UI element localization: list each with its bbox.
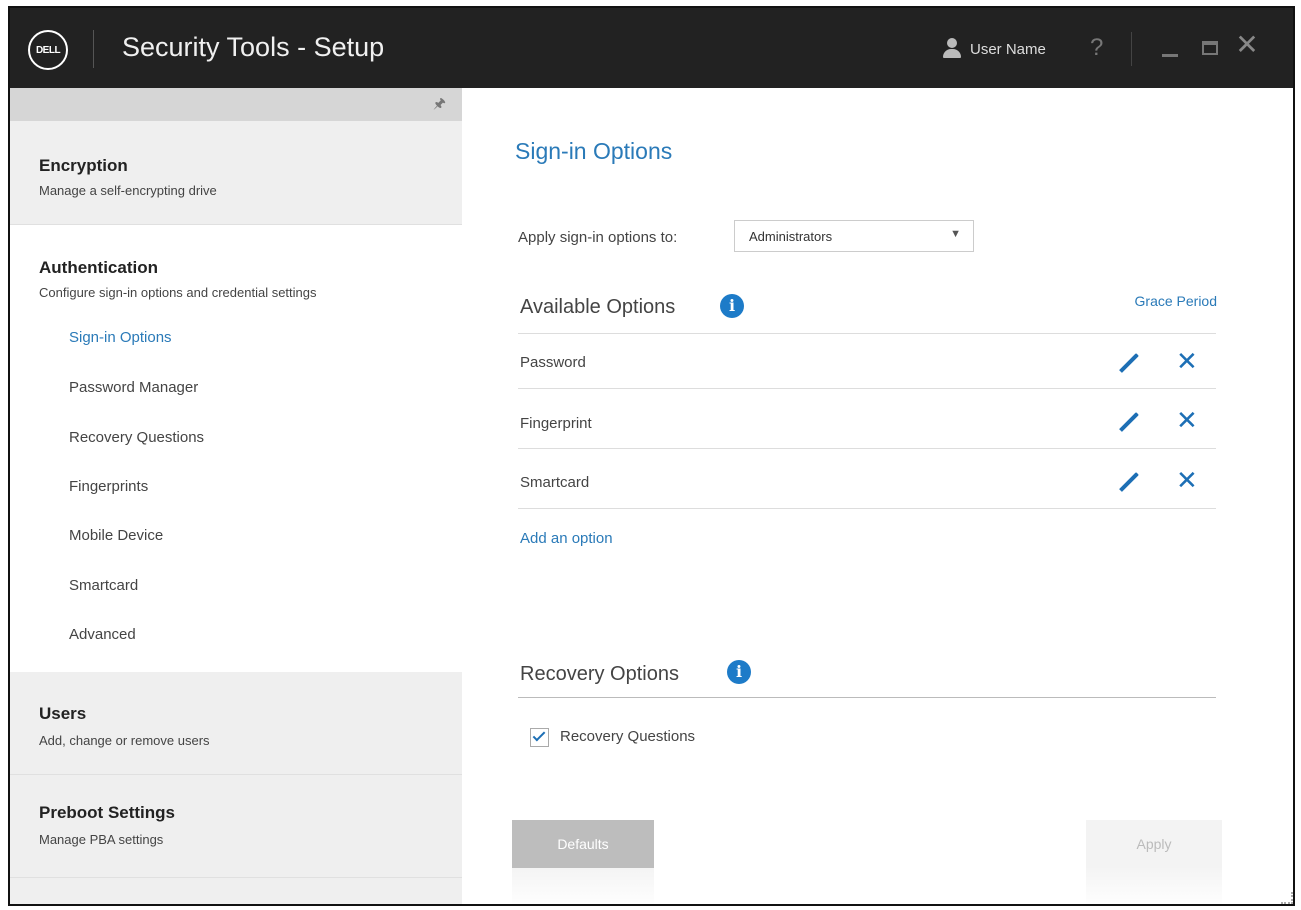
- sidebar-item-sign-in-options[interactable]: Sign-in Options: [69, 329, 172, 346]
- option-row-password: Password ✕: [518, 334, 1216, 394]
- maximize-icon: [1202, 41, 1218, 55]
- divider: [518, 508, 1216, 509]
- sidebar-filler: [10, 878, 462, 904]
- recovery-questions-label[interactable]: Recovery Questions: [560, 728, 695, 745]
- option-label: Password: [520, 354, 586, 371]
- option-label: Fingerprint: [520, 415, 592, 432]
- edit-pencil-icon[interactable]: [1116, 471, 1140, 495]
- checkmark-icon: [532, 728, 546, 742]
- dropdown-arrow-icon: ▼: [950, 228, 961, 240]
- apply-to-value: Administrators: [749, 229, 833, 244]
- titlebar-divider: [1131, 32, 1132, 66]
- sidebar-section-encryption[interactable]: Encryption Manage a self-encrypting driv…: [10, 121, 462, 225]
- section-subtitle: Add, change or remove users: [39, 733, 210, 748]
- option-row-smartcard: Smartcard ✕: [518, 449, 1216, 509]
- section-subtitle: Configure sign-in options and credential…: [39, 285, 317, 300]
- button-shadow: [512, 868, 654, 904]
- page-title: Sign-in Options: [515, 138, 673, 164]
- divider: [518, 697, 1216, 698]
- section-title: Preboot Settings: [39, 803, 176, 822]
- apply-to-label: Apply sign-in options to:: [518, 229, 678, 246]
- section-title: Authentication: [39, 258, 158, 277]
- remove-x-icon[interactable]: ✕: [1176, 465, 1198, 496]
- sidebar-pin-bar: 🖈: [10, 88, 462, 121]
- close-button[interactable]: ✕: [1232, 28, 1262, 60]
- minimize-button[interactable]: [1155, 32, 1185, 64]
- available-options-title: Available Options: [520, 296, 676, 318]
- defaults-button[interactable]: Defaults: [512, 820, 654, 868]
- maximize-button[interactable]: [1195, 32, 1225, 64]
- sidebar-section-preboot-settings[interactable]: Preboot Settings Manage PBA settings: [10, 775, 462, 878]
- app-title: Security Tools - Setup: [122, 32, 385, 62]
- grace-period-link[interactable]: Grace Period: [1135, 293, 1217, 309]
- dell-logo: DELL: [28, 30, 68, 70]
- resize-grip-icon[interactable]: [1281, 892, 1293, 904]
- sidebar-item-recovery-questions[interactable]: Recovery Questions: [69, 429, 204, 446]
- sidebar-item-mobile-device[interactable]: Mobile Device: [69, 527, 163, 544]
- section-subtitle: Manage a self-encrypting drive: [39, 183, 217, 198]
- title-divider: [93, 30, 94, 68]
- sidebar-item-advanced[interactable]: Advanced: [69, 626, 136, 643]
- edit-pencil-icon[interactable]: [1116, 352, 1140, 376]
- recovery-questions-checkbox[interactable]: [530, 728, 549, 747]
- recovery-options-title: Recovery Options: [520, 663, 679, 685]
- user-icon[interactable]: [942, 38, 962, 60]
- apply-to-select[interactable]: Administrators ▼: [734, 220, 974, 252]
- minimize-icon: [1162, 54, 1178, 57]
- help-button[interactable]: ?: [1090, 34, 1103, 62]
- pin-icon[interactable]: 🖈: [433, 93, 446, 117]
- remove-x-icon[interactable]: ✕: [1176, 405, 1198, 436]
- button-shadow: [1086, 868, 1222, 904]
- sidebar-item-password-manager[interactable]: Password Manager: [69, 379, 198, 396]
- info-icon[interactable]: i: [720, 294, 744, 318]
- sidebar-item-smartcard[interactable]: Smartcard: [69, 577, 138, 594]
- sidebar-section-users[interactable]: Users Add, change or remove users: [10, 672, 462, 775]
- section-title: Users: [39, 704, 87, 723]
- add-option-link[interactable]: Add an option: [520, 530, 613, 547]
- remove-x-icon[interactable]: ✕: [1176, 346, 1198, 377]
- apply-button[interactable]: Apply: [1086, 820, 1222, 868]
- section-title: Encryption: [39, 156, 128, 175]
- user-name[interactable]: User Name: [970, 41, 1046, 58]
- info-icon[interactable]: i: [727, 660, 751, 684]
- sidebar: 🖈 Encryption Manage a self-encrypting dr…: [10, 88, 462, 904]
- main-panel: Sign-in Options Apply sign-in options to…: [462, 88, 1293, 904]
- sidebar-item-fingerprints[interactable]: Fingerprints: [69, 478, 148, 495]
- edit-pencil-icon[interactable]: [1116, 411, 1140, 435]
- option-row-fingerprint: Fingerprint ✕: [518, 389, 1216, 449]
- option-label: Smartcard: [520, 474, 590, 491]
- app-window: DELL Security Tools - Setup User Name ? …: [8, 6, 1295, 906]
- section-subtitle: Manage PBA settings: [39, 832, 164, 847]
- sidebar-section-authentication[interactable]: Authentication Configure sign-in options…: [10, 225, 462, 672]
- title-bar[interactable]: DELL Security Tools - Setup User Name ? …: [10, 8, 1293, 88]
